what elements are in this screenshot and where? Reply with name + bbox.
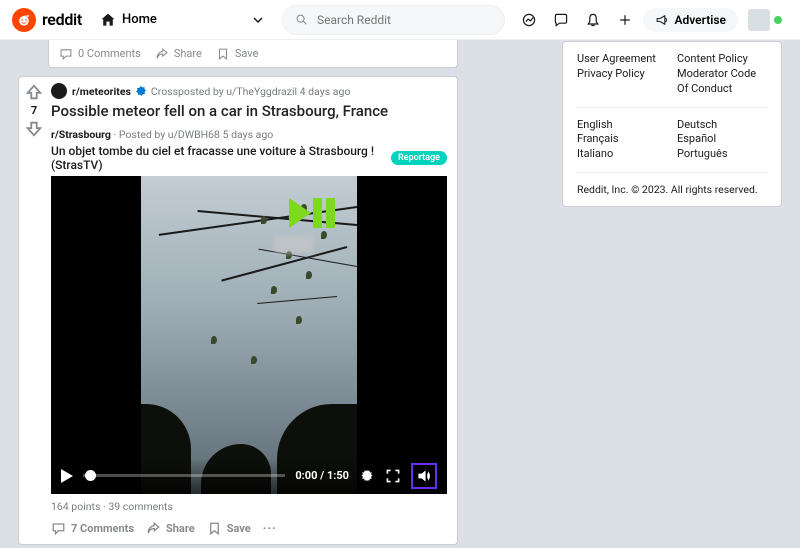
copyright-text: Reddit, Inc. © 2023. All rights reserved… xyxy=(577,183,767,196)
subreddit-link[interactable]: r/meteorites xyxy=(72,85,131,98)
comments-button[interactable]: 7 Comments xyxy=(51,521,134,536)
logo[interactable]: reddit xyxy=(12,8,82,32)
downvote-button[interactable] xyxy=(25,120,43,138)
prev-comments[interactable]: 0 Comments xyxy=(59,47,141,61)
settings-button[interactable] xyxy=(359,468,375,484)
post-action-bar: 7 Comments Share Save ··· xyxy=(51,517,447,536)
prev-share[interactable]: Share xyxy=(155,47,202,61)
chat-button[interactable] xyxy=(547,6,575,34)
community-dropdown[interactable]: Home xyxy=(92,8,272,32)
crosspost-byline: Crossposted by u/TheYggdrazil 4 days ago xyxy=(151,85,350,98)
advertise-label: Advertise xyxy=(674,13,726,27)
subreddit-icon[interactable] xyxy=(51,83,67,99)
previous-post-actions: 0 Comments Share Save xyxy=(48,40,458,68)
post-title[interactable]: Possible meteor fell on a car in Strasbo… xyxy=(51,102,447,122)
vote-column: 7 xyxy=(19,77,49,544)
create-post-button[interactable] xyxy=(611,6,639,34)
share-button[interactable]: Share xyxy=(146,521,195,536)
footer-link[interactable]: English xyxy=(577,118,613,131)
search-icon xyxy=(295,13,309,27)
footer-link[interactable]: Italiano xyxy=(577,147,613,160)
volume-button-highlight xyxy=(411,463,437,489)
policy-links: User Agreement Privacy Policy Content Po… xyxy=(577,52,767,97)
post-card: 7 r/meteorites Crossposted by u/TheYggdr… xyxy=(18,76,458,545)
crosspost-header: r/Strasbourg · Posted by u/DWBH68 5 days… xyxy=(51,128,447,141)
notifications-button[interactable] xyxy=(579,6,607,34)
advertise-button[interactable]: Advertise xyxy=(643,8,738,32)
megaphone-icon xyxy=(655,13,669,27)
pause-overlay-icon xyxy=(313,198,335,228)
footer-link[interactable]: Deutsch xyxy=(677,118,717,131)
language-links: English Français Italiano Deutsch Españo… xyxy=(577,118,767,163)
verified-icon xyxy=(136,86,146,96)
play-overlay-icon xyxy=(289,198,311,228)
blur-overlay xyxy=(274,236,314,254)
volume-button[interactable] xyxy=(416,468,432,484)
cross-byline: Posted by u/DWBH68 5 days ago xyxy=(119,128,273,141)
search-bar[interactable] xyxy=(282,5,505,35)
top-bar: reddit Home Advertise xyxy=(0,0,800,40)
online-status-icon xyxy=(774,16,782,24)
brand-text: reddit xyxy=(42,10,82,29)
time-display: 0:00 / 1:50 xyxy=(295,469,349,482)
popular-button[interactable] xyxy=(515,6,543,34)
more-options-button[interactable]: ··· xyxy=(263,521,277,535)
user-menu[interactable] xyxy=(742,6,788,34)
fullscreen-button[interactable] xyxy=(385,468,401,484)
flair-tag[interactable]: Reportage xyxy=(391,151,447,165)
footer-card: User Agreement Privacy Policy Content Po… xyxy=(562,41,782,207)
cross-subreddit-link[interactable]: r/Strasbourg xyxy=(51,128,111,141)
search-input[interactable] xyxy=(317,13,492,27)
video-controls: 0:00 / 1:50 xyxy=(51,458,447,494)
progress-knob[interactable] xyxy=(85,470,96,481)
avatar xyxy=(748,9,770,31)
post-meta: r/meteorites Crossposted by u/TheYggdraz… xyxy=(51,83,447,99)
save-button[interactable]: Save xyxy=(207,521,251,536)
home-label: Home xyxy=(122,12,157,27)
play-button[interactable] xyxy=(61,469,73,483)
footer-link[interactable]: Privacy Policy xyxy=(577,67,645,80)
chevron-down-icon xyxy=(252,14,264,26)
home-icon xyxy=(100,12,116,28)
upvote-button[interactable] xyxy=(25,83,43,101)
reddit-logo-icon xyxy=(12,8,36,32)
footer-link[interactable]: Content Policy xyxy=(677,52,748,65)
footer-link[interactable]: Français xyxy=(577,132,619,145)
progress-bar[interactable] xyxy=(83,474,285,477)
footer-link[interactable]: Moderator Code Of Conduct xyxy=(677,67,756,95)
footer-link[interactable]: Español xyxy=(677,132,716,145)
post-stats: 164 points39 comments xyxy=(51,494,447,517)
crosspost-title[interactable]: Un objet tombe du ciel et fracasse une v… xyxy=(51,144,385,172)
annotation-overlay xyxy=(289,198,335,228)
prev-save[interactable]: Save xyxy=(216,47,259,61)
vote-count: 7 xyxy=(31,104,37,117)
video-player[interactable]: 0:00 / 1:50 xyxy=(51,176,447,494)
footer-link[interactable]: Português xyxy=(677,147,728,160)
footer-link[interactable]: User Agreement xyxy=(577,52,656,65)
